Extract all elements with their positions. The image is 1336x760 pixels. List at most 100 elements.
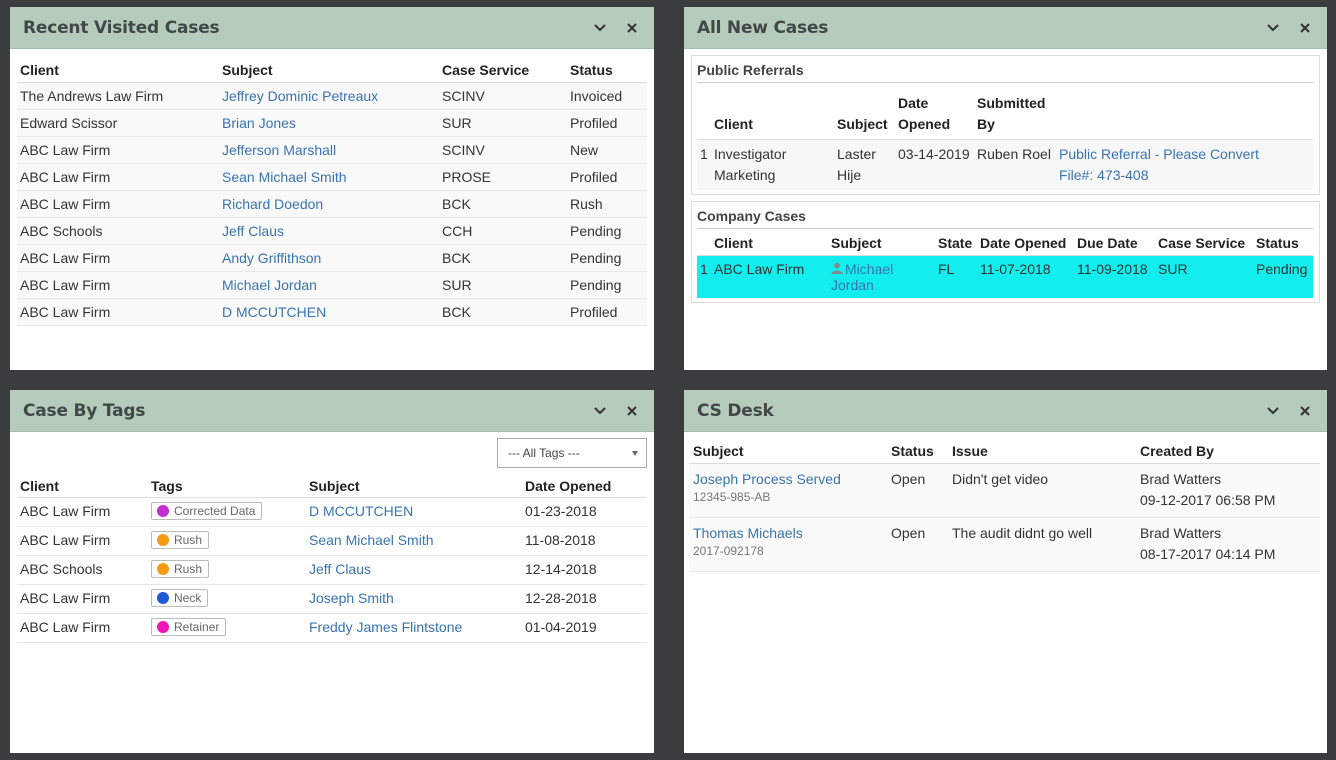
- col-date-opened: Date Opened: [895, 83, 974, 140]
- collapse-chevron-icon[interactable]: [590, 18, 610, 38]
- table-row: ABC Law Firm Rush Sean Michael Smith 11-08-…: [17, 526, 647, 556]
- tag-color-dot-icon: [157, 592, 169, 604]
- tag-filter-select[interactable]: --- All Tags ---: [497, 438, 647, 468]
- subject-cell: Jeffrey Dominic Petreaux: [219, 82, 439, 110]
- subject-link[interactable]: Joseph Smith: [309, 590, 394, 606]
- issue-cell: The audit didnt go well: [948, 517, 1136, 572]
- status-cell: Profiled: [567, 298, 647, 326]
- status-cell: New: [567, 136, 647, 164]
- subject-cell: D MCCUTCHEN: [306, 497, 522, 527]
- col-state: State: [935, 229, 977, 256]
- status-cell: Profiled: [567, 163, 647, 191]
- subject-link[interactable]: Thomas Michaels: [693, 525, 803, 541]
- person-icon: [831, 261, 843, 274]
- subject-link[interactable]: Michael Jordan: [222, 277, 317, 293]
- tag-label: Corrected Data: [174, 504, 256, 518]
- subject-link[interactable]: Jefferson Marshall: [222, 142, 336, 158]
- collapse-chevron-icon[interactable]: [590, 401, 610, 421]
- table-row: The Andrews Law Firm Jeffrey Dominic Petr…: [17, 82, 647, 110]
- panel-title: Recent Visited Cases: [23, 17, 220, 38]
- client-cell: ABC Law Firm: [17, 497, 148, 527]
- subject-link[interactable]: Joseph Process Served: [693, 471, 841, 487]
- status-cell: Pending: [567, 271, 647, 299]
- tags-cell: Rush: [148, 526, 306, 556]
- client-cell: Edward Scissor: [17, 109, 219, 137]
- close-icon[interactable]: [622, 18, 642, 38]
- cs-desk-panel: CS Desk Subject Status Issue Created By …: [684, 390, 1327, 753]
- subject-cell: Joseph Smith: [306, 584, 522, 614]
- file-number-link[interactable]: File#: 473-408: [1059, 167, 1149, 183]
- subject-link[interactable]: Sean Michael Smith: [222, 169, 347, 185]
- col-subject: Subject: [834, 83, 895, 140]
- panel-title: Case By Tags: [23, 400, 146, 421]
- client-cell: The Andrews Law Firm: [17, 82, 219, 110]
- table-row: ABC Law Firm Andy Griffithson BCK Pending: [17, 244, 647, 272]
- subject-link[interactable]: Jeff Claus: [309, 561, 371, 577]
- client-cell: ABC Law Firm: [711, 255, 828, 298]
- status-cell: Profiled: [567, 109, 647, 137]
- client-cell: ABC Law Firm: [17, 163, 219, 191]
- convert-referral-link[interactable]: Public Referral - Please Convert: [1059, 146, 1259, 162]
- tag-label: Retainer: [174, 620, 220, 634]
- col-tags: Tags: [148, 474, 306, 498]
- subject-link[interactable]: Brian Jones: [222, 115, 296, 131]
- subject-link[interactable]: Jeff Claus: [222, 223, 284, 239]
- col-due-date: Due Date: [1074, 229, 1155, 256]
- tag-badge: Rush: [151, 560, 210, 578]
- company-cases-box: Company Cases Client Subject State Date …: [691, 201, 1320, 303]
- panel-header: CS Desk: [684, 390, 1327, 432]
- close-icon[interactable]: [1295, 18, 1315, 38]
- subject-link[interactable]: Freddy James Flintstone: [309, 619, 462, 635]
- col-status: Status: [887, 438, 948, 464]
- client-cell: ABC Law Firm: [17, 298, 219, 326]
- client-cell: ABC Law Firm: [17, 271, 219, 299]
- case-service-cell: BCK: [439, 190, 567, 218]
- subject-cell: Andy Griffithson: [219, 244, 439, 272]
- close-icon[interactable]: [1295, 401, 1315, 421]
- case-by-tags-panel: Case By Tags --- All Tags --- Client Tag…: [10, 390, 654, 753]
- subject-link[interactable]: Sean Michael Smith: [309, 532, 434, 548]
- collapse-chevron-icon[interactable]: [1263, 401, 1283, 421]
- all-new-cases-panel: All New Cases Public Referrals Client Su…: [684, 7, 1327, 370]
- public-referrals-title: Public Referrals: [697, 62, 1313, 83]
- table-row: 1 ABC Law Firm Michael Jordan FL 11-07-2018 1…: [697, 255, 1313, 298]
- subject-cell: Michael Jordan: [219, 271, 439, 299]
- tag-color-dot-icon: [157, 505, 169, 517]
- subject-cell: Brian Jones: [219, 109, 439, 137]
- col-case-service: Case Service: [1155, 229, 1253, 256]
- col-client: Client: [711, 83, 834, 140]
- subject-cell: D MCCUTCHEN: [219, 298, 439, 326]
- subject-link[interactable]: D MCCUTCHEN: [222, 304, 326, 320]
- table-row: ABC Law Firm D MCCUTCHEN BCK Profiled: [17, 298, 647, 326]
- subject-cell: Jeff Claus: [306, 555, 522, 585]
- subject-link[interactable]: Andy Griffithson: [222, 250, 321, 266]
- tags-cell: Neck: [148, 584, 306, 614]
- company-cases-title: Company Cases: [697, 208, 1313, 229]
- col-case-service: Case Service: [439, 55, 567, 83]
- subject-cell: Joseph Process Served 12345-985-AB: [689, 463, 887, 518]
- subject-link[interactable]: Jeffrey Dominic Petreaux: [222, 88, 378, 104]
- tags-cell: Retainer: [148, 613, 306, 643]
- created-by-cell: Brad Watters 09-12-2017 06:58 PM: [1136, 463, 1320, 518]
- close-icon[interactable]: [622, 401, 642, 421]
- col-client: Client: [17, 474, 148, 498]
- col-status: Status: [1253, 229, 1313, 256]
- tag-badge: Neck: [151, 589, 209, 607]
- case-service-cell: PROSE: [439, 163, 567, 191]
- client-cell: ABC Law Firm: [17, 526, 148, 556]
- subject-link[interactable]: D MCCUTCHEN: [309, 503, 413, 519]
- subject-link[interactable]: Richard Doedon: [222, 196, 323, 212]
- client-cell: ABC Law Firm: [17, 136, 219, 164]
- tag-label: Neck: [174, 591, 202, 605]
- tags-cell: Corrected Data: [148, 497, 306, 527]
- col-client: Client: [17, 55, 219, 83]
- subject-cell: Sean Michael Smith: [219, 163, 439, 191]
- col-subject: Subject: [306, 474, 522, 498]
- collapse-chevron-icon[interactable]: [1263, 18, 1283, 38]
- col-subject: Subject: [219, 55, 439, 83]
- dropdown-caret-icon: [632, 451, 638, 456]
- tag-label: Rush: [174, 562, 203, 576]
- tags-table: Client Tags Subject Date Opened ABC Law …: [17, 474, 647, 643]
- col-date-opened: Date Opened: [522, 474, 647, 498]
- issue-cell: Didn't get video: [948, 463, 1136, 518]
